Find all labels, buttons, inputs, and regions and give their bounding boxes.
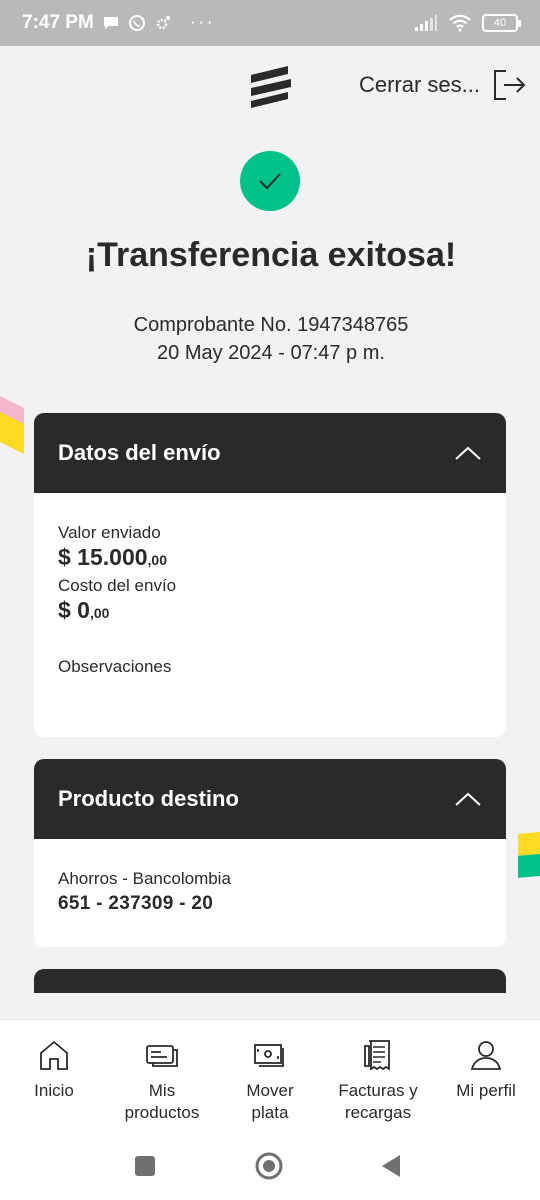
status-time: 7:47 PM [22,12,94,33]
logout-button[interactable]: Cerrar ses... [359,68,526,102]
wifi-icon [449,14,471,32]
whatsapp-icon [128,15,145,31]
decorative-stripe-right [516,832,540,878]
logout-icon [494,70,526,100]
home-icon [40,1040,68,1070]
battery-icon: 40 [482,14,521,32]
status-bar: 7:47 PM ··· 40 [0,0,540,46]
cards-icon [146,1045,178,1067]
destination-product-header[interactable]: Producto destino [34,759,506,839]
sent-value-main: $ 15.000 [58,544,148,570]
account-type: Ahorros - Bancolombia [58,869,231,888]
sent-value-label: Valor enviado [58,523,161,542]
decorative-stripe-left [0,396,24,454]
shipping-details-header[interactable]: Datos del envío [34,413,506,493]
signal-icon [415,15,437,31]
nav-label-bills: Facturas y recargas [338,1081,418,1122]
receipt-content: ¡Transferencia exitosa! Comprobante No. … [24,150,518,993]
nav-label-profile: Mi perfil [456,1081,516,1100]
sent-value-cents: ,00 [147,552,167,568]
app-header: Cerrar ses... [0,46,540,130]
logout-label: Cerrar ses... [358,72,480,97]
destination-product-card: Producto destino Ahorros - Bancolombia 6… [34,759,506,947]
nav-label-move-money: Mover plata [246,1081,294,1122]
user-icon [470,1041,502,1070]
shipping-cost-label: Costo del envío [58,576,177,595]
nav-item-products[interactable]: Mis productos [108,1020,216,1131]
shipping-cost-value: $ 0,00 [58,597,109,624]
chevron-up-icon[interactable] [454,790,482,808]
shipping-details-card: Datos del envío Valor enviado $ 15.000,0… [34,413,506,737]
money-icon [254,1044,284,1067]
shipping-cost-cents: ,00 [89,605,110,621]
account-number: 651 - 237309 - 20 [58,893,214,914]
success-badge [240,151,300,211]
back-button[interactable] [380,1154,402,1178]
bottom-navigation: Inicio Mis productos Mover plata Factura… [0,1019,540,1131]
battery-level: 40 [493,17,507,29]
nav-item-move-money[interactable]: Mover plata [216,1020,324,1131]
nav-item-profile[interactable]: Mi perfil [432,1020,540,1131]
chat-bubble-icon [103,17,118,29]
voucher-number: Comprobante No. 1947348765 [133,314,409,336]
bancolombia-logo [251,66,291,108]
home-button[interactable] [254,1151,284,1181]
nav-item-home[interactable]: Inicio [0,1020,108,1131]
transfer-datetime: 20 May 2024 - 07:47 p m. [157,342,385,364]
shipping-details-title: Datos del envío [58,440,221,465]
nav-label-products: Mis productos [124,1081,200,1122]
observations-label: Observaciones [58,657,172,676]
checkmark-icon [259,173,281,190]
destination-product-title: Producto destino [58,786,239,811]
next-section-card-header[interactable] [34,969,506,993]
receipt-icon [364,1040,390,1071]
sent-value: $ 15.000,00 [58,544,167,571]
recent-apps-button[interactable] [134,1155,156,1177]
nav-item-bills[interactable]: Facturas y recargas [324,1020,432,1131]
settings-gear-icon [156,16,170,30]
success-title: ¡Transferencia exitosa! [85,236,457,274]
chevron-up-icon[interactable] [454,444,482,462]
nav-label-home: Inicio [34,1081,74,1100]
more-notifications-dots: ··· [189,12,215,33]
voucher-info: Comprobante No. 1947348765 20 May 2024 -… [24,311,518,367]
system-navigation-bar [0,1131,540,1200]
shipping-cost-main: $ 0 [58,597,90,623]
